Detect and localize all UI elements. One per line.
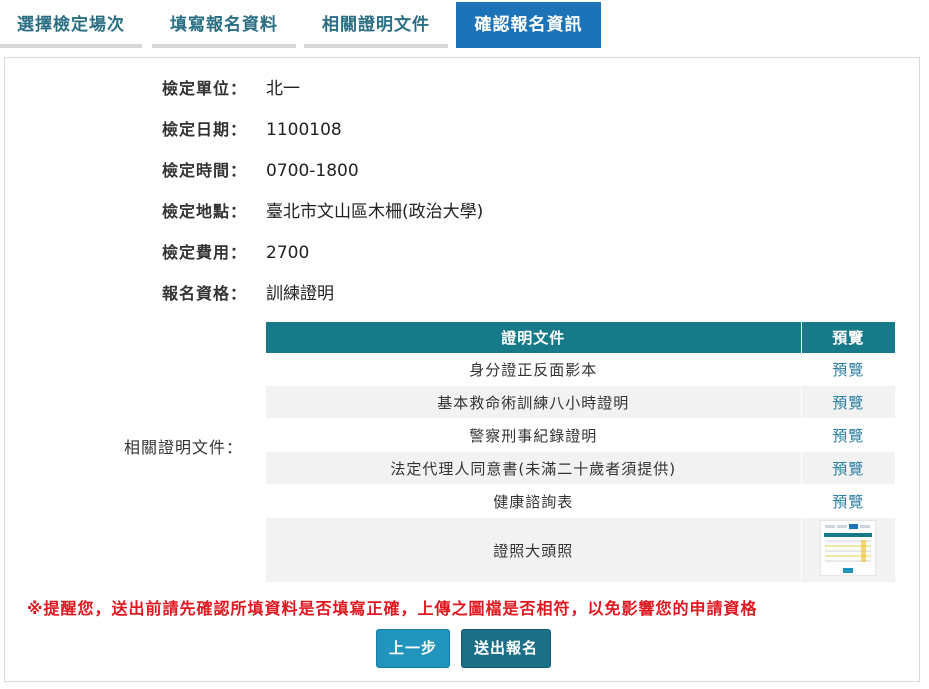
preview-link[interactable]: 預覽 [832, 427, 864, 445]
table-row: 證照大頭照 [266, 517, 895, 583]
doc-name: 基本救命術訓練八小時證明 [266, 385, 802, 419]
fee-value: 2700 [266, 243, 310, 263]
table-row: 健康諮詢表 預覽 [266, 484, 895, 518]
warning-message: ※提醒您，送出前請先確認所填資料是否填寫正確，上傳之圖檔是否相符，以免影響您的申… [27, 599, 758, 618]
field-time: 檢定時間： 0700-1800 [5, 156, 919, 186]
field-qualification: 報名資格： 訓練證明 [5, 279, 919, 309]
table-header-row: 證明文件 預覽 [266, 322, 895, 353]
qualification-label: 報名資格： [161, 284, 247, 303]
unit-value: 北一 [266, 79, 300, 99]
time-value: 0700-1800 [266, 161, 359, 181]
confirm-panel: 檢定單位： 北一 檢定日期： 1100108 檢定時間： 0700-1800 檢… [4, 57, 920, 682]
doc-name: 身分證正反面影本 [266, 353, 802, 386]
fee-label: 檢定費用： [161, 243, 247, 262]
submit-registration-button[interactable]: 送出報名 [461, 629, 551, 668]
qualification-value: 訓練證明 [266, 284, 334, 304]
field-date: 檢定日期： 1100108 [5, 115, 919, 145]
location-label: 檢定地點： [161, 202, 247, 221]
previous-step-button[interactable]: 上一步 [376, 629, 450, 668]
doc-name: 法定代理人同意書(未滿二十歲者須提供) [266, 451, 802, 485]
tab-select-session[interactable]: 選擇檢定場次 [0, 2, 142, 48]
documents-label: 相關證明文件： [123, 438, 243, 457]
unit-label: 檢定單位： [161, 79, 247, 98]
date-label: 檢定日期： [161, 120, 247, 139]
table-row: 身分證正反面影本 預覽 [266, 353, 895, 386]
table-row: 法定代理人同意書(未滿二十歲者須提供) 預覽 [266, 451, 895, 485]
doc-name: 警察刑事紀錄證明 [266, 418, 802, 452]
step-tabs: 選擇檢定場次 填寫報名資料 相關證明文件 確認報名資訊 [0, 0, 929, 48]
field-unit: 檢定單位： 北一 [5, 74, 919, 104]
preview-link[interactable]: 預覽 [832, 460, 864, 478]
tab-confirm[interactable]: 確認報名資訊 [456, 2, 601, 48]
time-label: 檢定時間： [161, 161, 247, 180]
documents-table: 證明文件 預覽 身分證正反面影本 預覽 基本救命術訓練八小時證明 預覽 警察刑事… [266, 322, 895, 583]
preview-link[interactable]: 預覽 [832, 361, 864, 379]
table-row: 警察刑事紀錄證明 預覽 [266, 418, 895, 452]
tab-fill-info[interactable]: 填寫報名資料 [152, 2, 296, 48]
field-location: 檢定地點： 臺北市文山區木柵(政治大學) [5, 197, 919, 227]
doc-name: 證照大頭照 [266, 517, 802, 583]
date-value: 1100108 [266, 120, 342, 140]
location-value: 臺北市文山區木柵(政治大學) [266, 202, 484, 222]
doc-column-header: 證明文件 [266, 322, 802, 353]
preview-link[interactable]: 預覽 [832, 493, 864, 511]
table-row: 基本救命術訓練八小時證明 預覽 [266, 385, 895, 419]
tab-documents[interactable]: 相關證明文件 [304, 2, 448, 48]
photo-thumbnail-image[interactable] [820, 520, 877, 576]
preview-link[interactable]: 預覽 [832, 394, 864, 412]
field-fee: 檢定費用： 2700 [5, 238, 919, 268]
doc-name: 健康諮詢表 [266, 484, 802, 518]
preview-column-header: 預覽 [801, 322, 895, 353]
